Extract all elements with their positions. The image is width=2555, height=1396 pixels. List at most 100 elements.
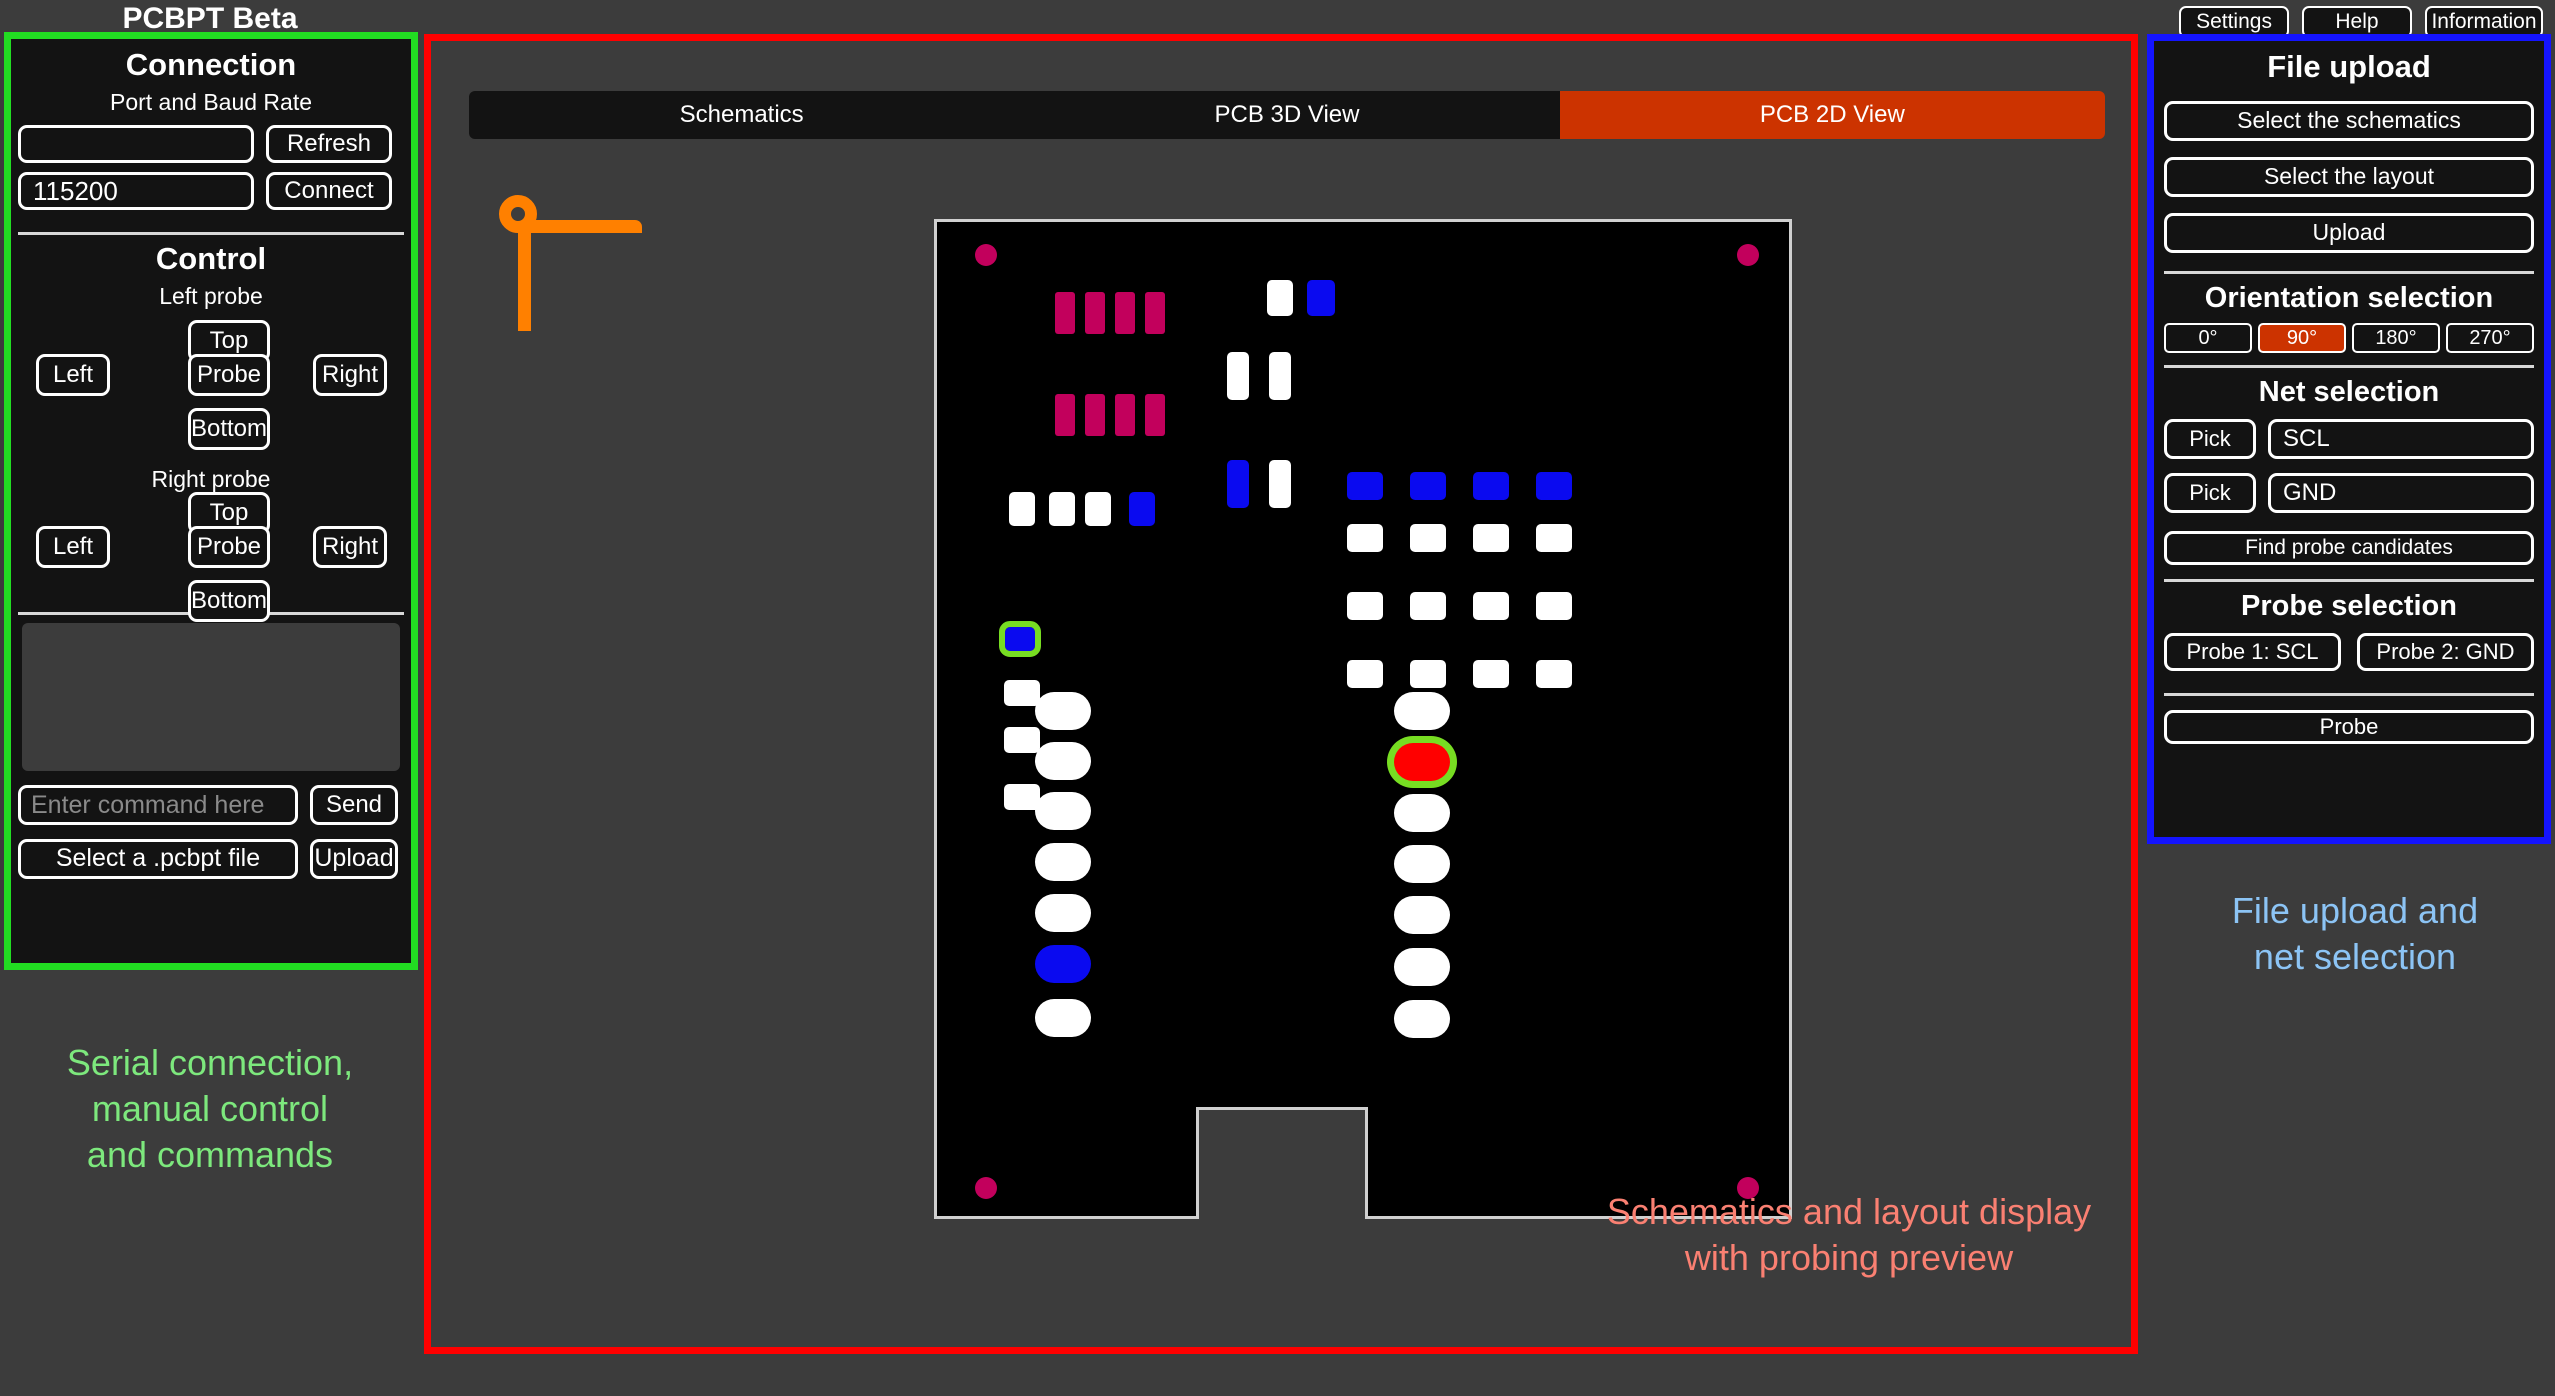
- select-schematics-button[interactable]: Select the schematics: [2164, 101, 2534, 141]
- pcb-pad[interactable]: [1536, 592, 1572, 620]
- orientation-heading: Orientation selection: [2204, 282, 2494, 314]
- probe-action-button[interactable]: Probe: [2164, 710, 2534, 744]
- pcb-pad[interactable]: [1410, 592, 1446, 620]
- pcb-pad[interactable]: [1410, 524, 1446, 552]
- pcb-2d-canvas[interactable]: [469, 181, 2105, 1321]
- pcb-pad[interactable]: [1410, 660, 1446, 688]
- pcb-pad[interactable]: [1085, 292, 1105, 334]
- select-layout-button[interactable]: Select the layout: [2164, 157, 2534, 197]
- probe-arm-shaft-vertical: [518, 221, 531, 331]
- pcb-through-hole-pad[interactable]: [1035, 999, 1091, 1037]
- pcb-pad[interactable]: [1085, 492, 1111, 526]
- pcb-through-hole-pad[interactable]: [1394, 948, 1450, 986]
- tab-pcb-2d-view[interactable]: PCB 2D View: [1559, 91, 2105, 139]
- pcb-through-hole-pad[interactable]: [1394, 1000, 1450, 1038]
- pcb-through-hole-pad[interactable]: [1394, 692, 1450, 730]
- port-baud-label: Port and Baud Rate: [109, 89, 313, 115]
- mount-hole: [975, 1177, 997, 1199]
- pcb-pad[interactable]: [1347, 524, 1383, 552]
- pcb-pad[interactable]: [1473, 472, 1509, 500]
- tab-pcb-3d-view[interactable]: PCB 3D View: [1014, 91, 1560, 139]
- left-probe-label: Left probe: [159, 283, 263, 309]
- command-row: Send: [18, 785, 404, 825]
- select-pcbpt-file-button[interactable]: Select a .pcbpt file: [18, 839, 298, 879]
- pick-net1-button[interactable]: Pick: [2164, 419, 2256, 459]
- pcb-pad[interactable]: [1055, 394, 1075, 436]
- pcb-through-hole-pad[interactable]: [1035, 945, 1091, 983]
- pcb-pad[interactable]: [1145, 292, 1165, 334]
- pcb-pad[interactable]: [1115, 394, 1135, 436]
- pick-net2-button[interactable]: Pick: [2164, 473, 2256, 513]
- pcb-pad[interactable]: [1347, 592, 1383, 620]
- pcb-pad[interactable]: [1269, 352, 1291, 400]
- left-probe-probe-button[interactable]: Probe: [188, 354, 270, 396]
- pcb-pad[interactable]: [1473, 524, 1509, 552]
- right-probe-probe-button[interactable]: Probe: [188, 526, 270, 568]
- pcb-through-hole-pad[interactable]: [1035, 843, 1091, 881]
- port-select[interactable]: [18, 125, 254, 163]
- selected-probe-pad[interactable]: [1394, 743, 1450, 781]
- probe-selection-heading: Probe selection: [2241, 590, 2457, 622]
- tab-schematics[interactable]: Schematics: [469, 91, 1015, 139]
- orientation-group: 0° 90° 180° 270°: [2164, 323, 2534, 353]
- connect-button[interactable]: Connect: [266, 172, 392, 210]
- pcb-through-hole-pad[interactable]: [1394, 845, 1450, 883]
- pcb-pad[interactable]: [1347, 472, 1383, 500]
- pcb-pad[interactable]: [1536, 660, 1572, 688]
- pcb-pad[interactable]: [1115, 292, 1135, 334]
- pcb-through-hole-pad[interactable]: [1035, 742, 1091, 780]
- refresh-button[interactable]: Refresh: [266, 125, 392, 163]
- right-probe-left-button[interactable]: Left: [36, 526, 110, 568]
- pcb-pad[interactable]: [1009, 492, 1035, 526]
- pcb-pad[interactable]: [1227, 460, 1249, 508]
- orientation-270-button[interactable]: 270°: [2446, 323, 2534, 353]
- orientation-180-button[interactable]: 180°: [2352, 323, 2440, 353]
- pcb-pad[interactable]: [1267, 280, 1293, 316]
- orientation-0-button[interactable]: 0°: [2164, 323, 2252, 353]
- command-input[interactable]: [18, 785, 298, 825]
- pcb-through-hole-pad[interactable]: [1035, 792, 1091, 830]
- pcb-pad[interactable]: [1473, 592, 1509, 620]
- serial-console-output[interactable]: [22, 623, 400, 771]
- pcb-pad[interactable]: [1049, 492, 1075, 526]
- upload-pcbpt-button[interactable]: Upload: [310, 839, 398, 879]
- net-selection-heading: Net selection: [2258, 376, 2440, 408]
- baud-select[interactable]: 115200: [18, 172, 254, 210]
- net2-select[interactable]: GND: [2268, 473, 2534, 513]
- pcb-through-hole-pad[interactable]: [1035, 692, 1091, 730]
- pcb-pad[interactable]: [1227, 352, 1249, 400]
- left-probe-right-button[interactable]: Right: [313, 354, 387, 396]
- pcb-through-hole-pad[interactable]: [1394, 794, 1450, 832]
- find-probe-candidates-button[interactable]: Find probe candidates: [2164, 531, 2534, 565]
- port-row: Refresh: [18, 125, 404, 163]
- pcb-pad[interactable]: [1129, 492, 1155, 526]
- probe-1-button[interactable]: Probe 1: SCL: [2164, 633, 2341, 671]
- pcb-pad[interactable]: [1004, 727, 1040, 753]
- pcb-pad[interactable]: [1536, 472, 1572, 500]
- pcb-pad[interactable]: [1347, 660, 1383, 688]
- view-tabs: Schematics PCB 3D View PCB 2D View: [469, 91, 2105, 139]
- pcb-pad[interactable]: [1473, 660, 1509, 688]
- orientation-90-button[interactable]: 90°: [2258, 323, 2346, 353]
- pcb-pad[interactable]: [1004, 680, 1040, 706]
- pcb-through-hole-pad[interactable]: [1035, 894, 1091, 932]
- pcb-pad[interactable]: [1145, 394, 1165, 436]
- net1-select[interactable]: SCL: [2268, 419, 2534, 459]
- pcb-through-hole-pad[interactable]: [1394, 896, 1450, 934]
- probe-2-button[interactable]: Probe 2: GND: [2357, 633, 2534, 671]
- pcb-pad[interactable]: [1269, 460, 1291, 508]
- pcb-pad[interactable]: [1055, 292, 1075, 334]
- left-probe-left-button[interactable]: Left: [36, 354, 110, 396]
- pcb-board: [934, 219, 1792, 1219]
- divider: [2164, 693, 2534, 696]
- pcb-pad[interactable]: [1085, 394, 1105, 436]
- pcb-pad[interactable]: [1536, 524, 1572, 552]
- right-probe-right-button[interactable]: Right: [313, 526, 387, 568]
- highlighted-component[interactable]: [999, 621, 1041, 657]
- pcb-pad[interactable]: [1307, 280, 1335, 316]
- left-probe-bottom-button[interactable]: Bottom: [188, 408, 270, 450]
- right-probe-bottom-button[interactable]: Bottom: [188, 580, 270, 622]
- send-button[interactable]: Send: [310, 785, 398, 825]
- upload-files-button[interactable]: Upload: [2164, 213, 2534, 253]
- pcb-pad[interactable]: [1410, 472, 1446, 500]
